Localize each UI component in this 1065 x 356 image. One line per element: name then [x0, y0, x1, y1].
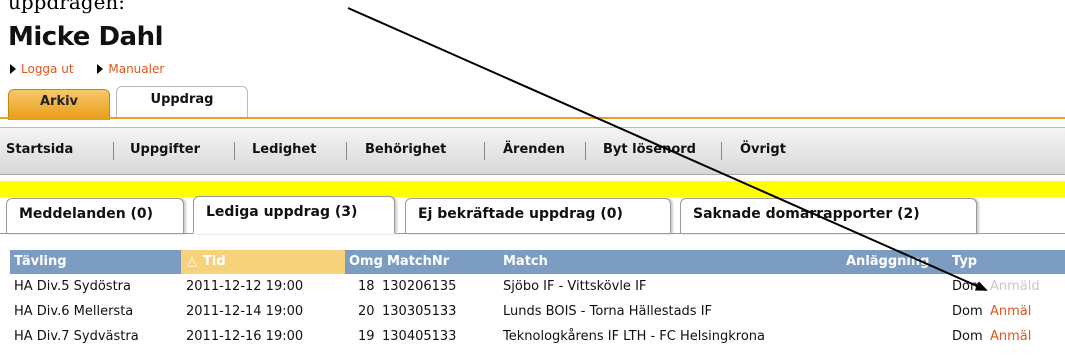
tab-lediga-uppdrag[interactable]: Lediga uppdrag (3): [193, 196, 395, 234]
arrow-line: [347, 7, 988, 291]
annotation-arrow-icon: [347, 7, 988, 291]
